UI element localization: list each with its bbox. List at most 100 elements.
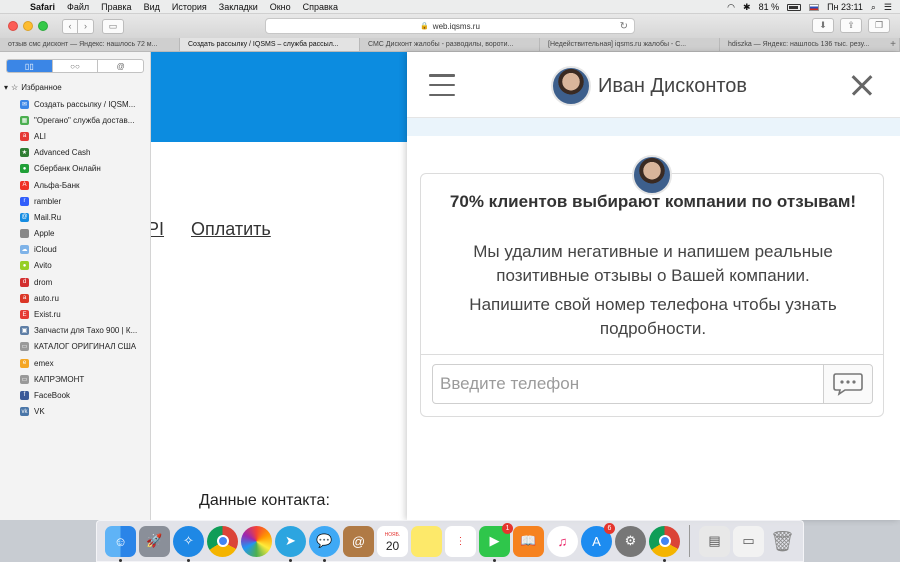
contacts-icon[interactable]: @ (343, 525, 374, 557)
bookmark-item[interactable]: ★ Advanced Cash (0, 145, 150, 161)
fullscreen-window-button[interactable] (38, 21, 48, 31)
menu-bookmarks[interactable]: Закладки (219, 2, 258, 12)
api-link[interactable]: PI (151, 219, 164, 240)
send-chat-button[interactable] (823, 365, 872, 403)
bookmarks-list: ✉ Создать рассылку / IQSM... ▦ "Орегано" сл… (0, 96, 150, 420)
favorites-header[interactable]: ▾ ☆ Избранное (0, 79, 150, 96)
agent-avatar (551, 66, 591, 106)
chrome-app-icon[interactable] (649, 525, 680, 562)
shared-links-tab-icon[interactable]: @ (97, 60, 143, 72)
bookmark-favicon-icon: f (20, 390, 29, 400)
bookmark-item[interactable]: r rambler (0, 193, 150, 209)
close-icon[interactable] (851, 74, 873, 96)
system-preferences-icon[interactable]: ⚙ (615, 525, 646, 557)
bluetooth-icon[interactable]: ✱ (743, 2, 751, 13)
tab-iqsms-active[interactable]: Создать рассылку / IQSMS – служба рассыл… (180, 38, 360, 51)
input-language-icon[interactable] (809, 3, 820, 11)
bookmark-favicon-icon: @ (20, 212, 29, 222)
bookmark-label: КАТАЛОГ ОРИГИНАЛ США (34, 342, 137, 352)
bookmark-item[interactable]: a auto.ru (0, 290, 150, 306)
reminders-icon[interactable]: ⋮ (445, 525, 476, 557)
menubar-clock[interactable]: Пн 23:11 (827, 2, 863, 12)
menu-window[interactable]: Окно (270, 2, 291, 12)
bookmark-item[interactable]: A Альфа-Банк (0, 177, 150, 193)
bookmark-item[interactable]: E Exist.ru (0, 306, 150, 322)
telegram-icon[interactable]: ➤ (275, 525, 306, 562)
downloads-button[interactable]: ⬇ (812, 18, 834, 33)
tab-hdiszka[interactable]: hdiszka — Яндекс: нашлось 136 тыс. резу.… (720, 38, 900, 51)
bookmark-item[interactable]: Apple (0, 226, 150, 242)
tabs-overview-button[interactable]: ❐ (868, 18, 890, 33)
bookmarks-tab-icon[interactable]: ▯▯ (7, 60, 52, 72)
disclosure-triangle-icon[interactable]: ▾ (4, 83, 8, 92)
photos-icon[interactable] (241, 525, 272, 557)
bookmark-item[interactable]: ▣ Запчасти для Тахо 900 | К... (0, 323, 150, 339)
bookmark-label: Advanced Cash (34, 148, 91, 158)
forward-button[interactable]: › (78, 18, 94, 34)
share-button[interactable]: ⇪ (840, 18, 862, 33)
pay-link[interactable]: Оплатить (191, 219, 271, 240)
bookmark-favicon-icon: ★ (20, 148, 29, 158)
sidebar-toggle-button[interactable]: ▭ (102, 18, 124, 34)
reload-icon[interactable]: ↻ (620, 21, 628, 32)
battery-icon[interactable] (787, 3, 802, 11)
phone-input[interactable] (433, 365, 823, 403)
menu-help[interactable]: Справка (303, 2, 338, 12)
bookmark-item[interactable]: @ Mail.Ru (0, 209, 150, 225)
spotlight-icon[interactable]: ⌕ (871, 2, 876, 13)
menu-file[interactable]: Файл (67, 2, 89, 12)
bookmark-item[interactable]: vk VK (0, 404, 150, 420)
trash-icon[interactable]: 🗑 (767, 526, 798, 557)
message-body-text: Мы удалим негативные и напишем реальные … (473, 242, 833, 285)
calendar-icon[interactable]: НОЯБ. 20 (377, 525, 408, 557)
downloads-stack-icon[interactable]: ▭ (733, 525, 764, 557)
itunes-icon[interactable]: ♫ (547, 525, 578, 557)
menu-edit[interactable]: Правка (101, 2, 131, 12)
menu-safari[interactable]: Safari (30, 2, 55, 12)
bookmark-item[interactable]: ☁ iCloud (0, 242, 150, 258)
bookmarks-sidebar: ▯▯ ○○ @ ▾ ☆ Избранное ✉ Создать рассылку … (0, 52, 151, 520)
menu-hamburger-icon[interactable] (429, 74, 455, 96)
chrome-icon[interactable] (207, 525, 238, 557)
bookmark-item[interactable]: a ALI (0, 128, 150, 144)
menu-bar: Safari Файл Правка Вид История Закладки … (0, 0, 900, 14)
notes-icon[interactable] (411, 525, 442, 557)
app-store-icon[interactable]: A6 (581, 522, 615, 557)
bookmark-item[interactable]: ● Сбербанк Онлайн (0, 161, 150, 177)
bookmark-item[interactable]: f FaceBook (0, 387, 150, 403)
reading-list-tab-icon[interactable]: ○○ (51, 60, 98, 72)
tab-yandex-search[interactable]: отзыв смс дисконт — Яндекс: нашлось 72 м… (0, 38, 180, 51)
bookmark-item[interactable]: ✉ Создать рассылку / IQSM... (0, 96, 150, 112)
bookmark-item[interactable]: ▭ КАТАЛОГ ОРИГИНАЛ США (0, 339, 150, 355)
tab-iqsms-complaints[interactable]: [Недействительная] iqsms.ru жалобы - С..… (540, 38, 720, 51)
bookmark-favicon-icon: ▦ (20, 115, 29, 125)
wifi-icon[interactable]: ◠ (727, 2, 735, 13)
bookmark-label: drom (34, 277, 53, 287)
bookmark-favicon-icon: e (20, 358, 29, 368)
message-card: 70% клиентов выбирают компании по отзыва… (420, 155, 884, 417)
messages-icon[interactable]: 💬 (309, 525, 340, 562)
launchpad-icon[interactable]: 🚀 (139, 525, 170, 557)
facetime-icon[interactable]: ▶ 1 (479, 522, 513, 562)
new-tab-icon[interactable]: + (890, 39, 896, 50)
document-stack-icon[interactable]: ▤ (699, 525, 730, 557)
back-button[interactable]: ‹ (62, 18, 78, 34)
address-bar[interactable]: 🔒 web.iqsms.ru ↻ (265, 18, 635, 34)
minimize-window-button[interactable] (23, 21, 33, 31)
menu-view[interactable]: Вид (144, 2, 160, 12)
notification-center-icon[interactable]: ☰ (884, 2, 892, 13)
close-window-button[interactable] (8, 21, 18, 31)
bookmark-item[interactable]: ▦ "Орегано" служба достав... (0, 112, 150, 128)
bookmark-item[interactable]: ▭ КАПРЭМОНТ (0, 371, 150, 387)
bookmark-item[interactable]: ● Avito (0, 258, 150, 274)
menu-history[interactable]: История (172, 2, 207, 12)
app-store-badge: 6 (604, 522, 615, 534)
bookmark-favicon-icon: r (20, 196, 29, 206)
ibooks-icon[interactable]: 📖 (513, 525, 544, 557)
safari-icon[interactable]: ✧ (173, 525, 204, 562)
tab-sms-discount[interactable]: СМС Дисконт жалобы - разводилы, вороти..… (360, 38, 540, 51)
bookmark-item[interactable]: d drom (0, 274, 150, 290)
finder-icon[interactable]: ☺ (105, 525, 136, 562)
card-divider (421, 354, 883, 355)
bookmark-item[interactable]: e emex (0, 355, 150, 371)
